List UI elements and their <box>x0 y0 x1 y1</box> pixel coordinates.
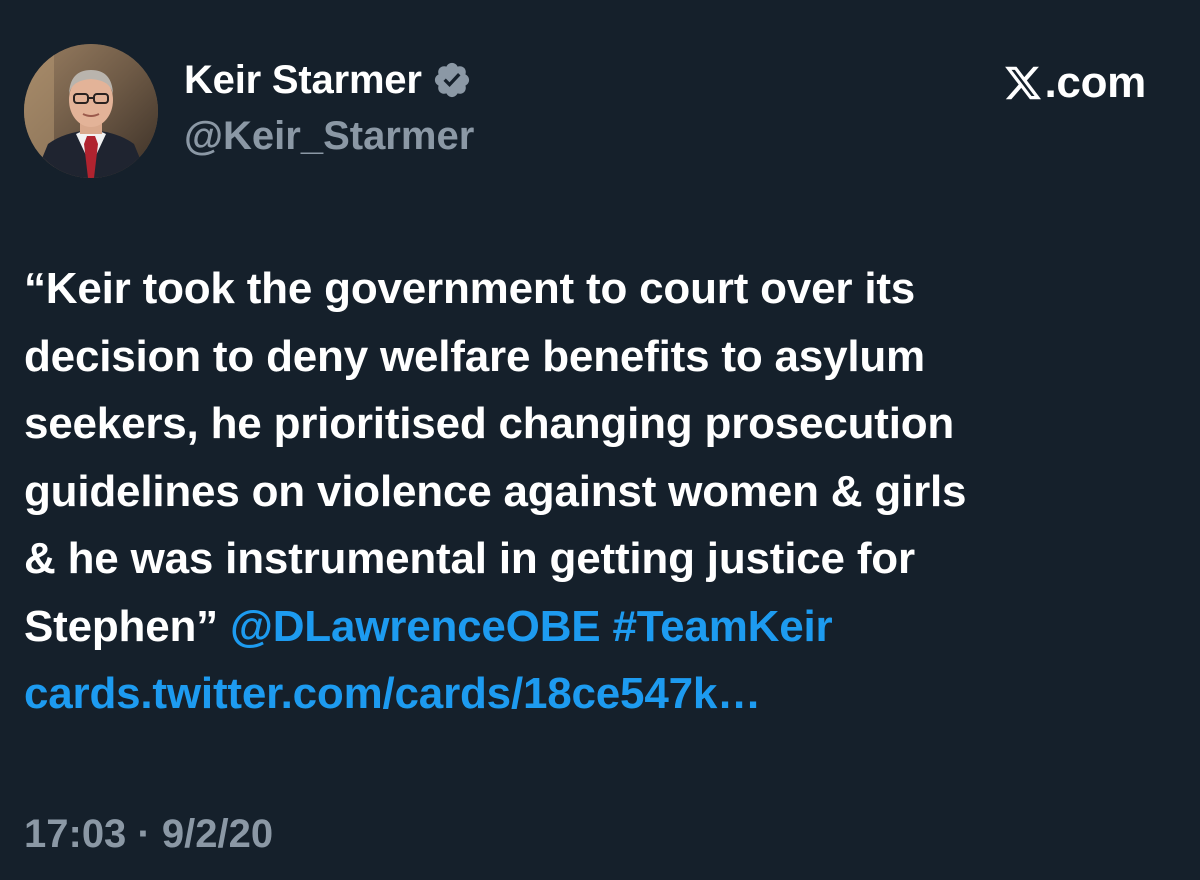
tweet-line: & he was instrumental in getting justice… <box>24 534 915 583</box>
profile-photo <box>24 44 158 178</box>
hashtag-link[interactable]: #TeamKeir <box>612 602 832 651</box>
avatar[interactable] <box>24 44 158 178</box>
author-name[interactable]: Keir Starmer <box>184 58 422 103</box>
card-link[interactable]: cards.twitter.com/cards/18ce547k… <box>24 660 1174 728</box>
tweet-line: decision to deny welfare benefits to asy… <box>24 331 925 381</box>
tweet-last-line: Stephen” @DLawrenceOBE #TeamKeir <box>24 593 1174 661</box>
verified-badge-icon <box>432 60 472 100</box>
tweet-card: Keir Starmer @Keir_Starmer .com “Keir to… <box>0 0 1200 880</box>
brand-text: .com <box>1044 58 1147 107</box>
timestamp[interactable]: 17:03 · 9/2/20 <box>24 812 273 857</box>
brand-label: .com <box>1003 58 1147 108</box>
tweet-line: guidelines on violence against women & g… <box>24 466 967 516</box>
tweet-line: “Keir took the government to court over … <box>24 264 916 313</box>
tweet-text: “Keir took the government to court over … <box>24 255 1174 728</box>
author-handle[interactable]: @Keir_Starmer <box>184 114 474 159</box>
author-name-row[interactable]: Keir Starmer <box>184 56 472 104</box>
tweet-line: seekers, he prioritised changing prosecu… <box>24 399 955 448</box>
mention-link[interactable]: @DLawrenceOBE <box>230 602 601 651</box>
x-logo-icon <box>1003 63 1043 103</box>
tweet-line-text: Stephen” <box>24 601 218 651</box>
